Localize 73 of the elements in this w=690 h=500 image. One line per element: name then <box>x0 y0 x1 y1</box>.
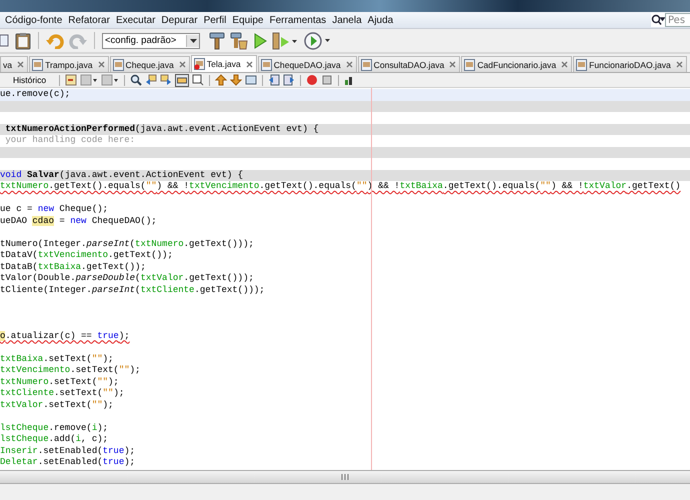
file-tab[interactable]: Cheque.java <box>110 56 190 72</box>
bookmark-icon[interactable] <box>245 74 258 86</box>
clean-build-icon[interactable] <box>230 32 248 50</box>
record-icon[interactable] <box>306 74 318 86</box>
rectangle-select-icon[interactable] <box>192 74 204 86</box>
menu-item[interactable]: Janela <box>329 14 365 26</box>
last-edit-icon[interactable] <box>65 74 78 86</box>
code-line: txtNumero.getText().equals("") && !txtVencimento.getText().equals("") && !txtBaixa.getText().equals("") && !txtValor.getText() <box>0 181 682 192</box>
next-occurrence-icon[interactable] <box>160 74 172 86</box>
clipboard-icon[interactable] <box>15 32 31 50</box>
file-tab[interactable]: ConsultaDAO.java <box>358 56 460 72</box>
menu-item[interactable]: Código-fonte <box>2 14 66 26</box>
code-line: Deletar.setEnabled(true); <box>0 457 136 468</box>
back-icon[interactable] <box>80 74 98 86</box>
caret-icon <box>190 38 196 42</box>
shift-left-icon[interactable] <box>268 74 280 86</box>
file-tab[interactable]: va <box>0 56 28 72</box>
hammer-icon[interactable] <box>209 32 225 50</box>
file-tab[interactable]: Tela.java <box>190 55 257 72</box>
close-icon[interactable] <box>449 61 456 68</box>
code-line: txtValor.setText(""); <box>0 400 114 411</box>
horizontal-scrollbar[interactable] <box>0 470 690 484</box>
search-icon[interactable] <box>130 74 142 86</box>
previous-occurrence-icon[interactable] <box>145 74 158 86</box>
file-tab[interactable]: ChequeDAO.java <box>258 56 357 72</box>
forward-icon[interactable] <box>101 74 120 86</box>
close-icon[interactable] <box>17 61 24 68</box>
code-line: lstCheque.remove(i); <box>0 422 110 434</box>
menu-item[interactable]: Executar <box>112 14 158 26</box>
menu-item[interactable]: Ajuda <box>364 14 396 26</box>
code-line: txtVencimento.setText(""); <box>0 365 142 376</box>
code-line: ue c = new Cheque(); <box>0 204 110 216</box>
file-tab[interactable]: CadFuncionario.java <box>461 56 572 72</box>
menu-item[interactable]: Perfil <box>200 14 230 26</box>
profile-icon[interactable] <box>272 32 298 50</box>
code-line: Inserir.setEnabled(true); <box>0 446 136 457</box>
code-line: txtBaixa.setText(""); <box>0 354 114 365</box>
up-arrow-icon[interactable] <box>215 74 228 86</box>
menu-item[interactable]: Depurar <box>158 14 201 26</box>
menu-item[interactable]: Ferramentas <box>266 14 330 26</box>
code-line: tDataV(txtVencimento.getText()); <box>0 250 174 262</box>
close-icon[interactable] <box>246 60 253 68</box>
code-line: o.atualizar(c) == true); <box>0 330 131 342</box>
code-line: your handling code here: <box>4 135 136 146</box>
shift-right-icon[interactable] <box>283 74 296 86</box>
history-tab[interactable]: Histórico <box>13 75 46 85</box>
file-tab[interactable]: FuncionarioDAO.java <box>573 56 687 72</box>
search-field[interactable]: Pes <box>665 13 690 27</box>
timer-icon[interactable] <box>303 30 331 50</box>
close-icon[interactable] <box>561 61 568 68</box>
highlight-toggle-icon[interactable] <box>175 74 190 86</box>
code-line: tDataB(txtBaixa.getText()); <box>0 262 147 273</box>
close-icon[interactable] <box>676 61 683 68</box>
code-line: txtCliente.setText(""); <box>0 388 126 400</box>
code-line: ueDAO cdao = new ChequeDAO(); <box>0 216 158 227</box>
close-icon[interactable] <box>346 61 353 68</box>
run-icon[interactable] <box>253 32 267 48</box>
code-line: lstCheque.add(i, c); <box>0 434 110 446</box>
code-line: tValor(Double.parseDouble(txtValor.getText())); <box>0 273 255 284</box>
code-line: tCliente(Integer.parseInt(txtCliente.getText())); <box>0 284 266 296</box>
menu-item[interactable]: Refatorar <box>65 14 113 26</box>
configuration-dropdown[interactable]: <config. padrão> <box>102 32 200 48</box>
stop-icon[interactable] <box>321 74 334 86</box>
code-line: txtNumero.setText(""); <box>0 376 120 388</box>
copy-icon[interactable] <box>0 32 10 48</box>
menu-item[interactable]: Equipe <box>229 14 266 26</box>
grip-icon <box>341 474 349 480</box>
close-icon[interactable] <box>178 61 186 68</box>
search-icon[interactable] <box>651 14 665 26</box>
code-line: tNumero(Integer.parseInt(txtNumero.getText())); <box>0 238 255 250</box>
file-tab[interactable]: Trampo.java <box>29 56 109 72</box>
down-arrow-icon[interactable] <box>230 74 242 86</box>
close-icon[interactable] <box>98 61 105 68</box>
